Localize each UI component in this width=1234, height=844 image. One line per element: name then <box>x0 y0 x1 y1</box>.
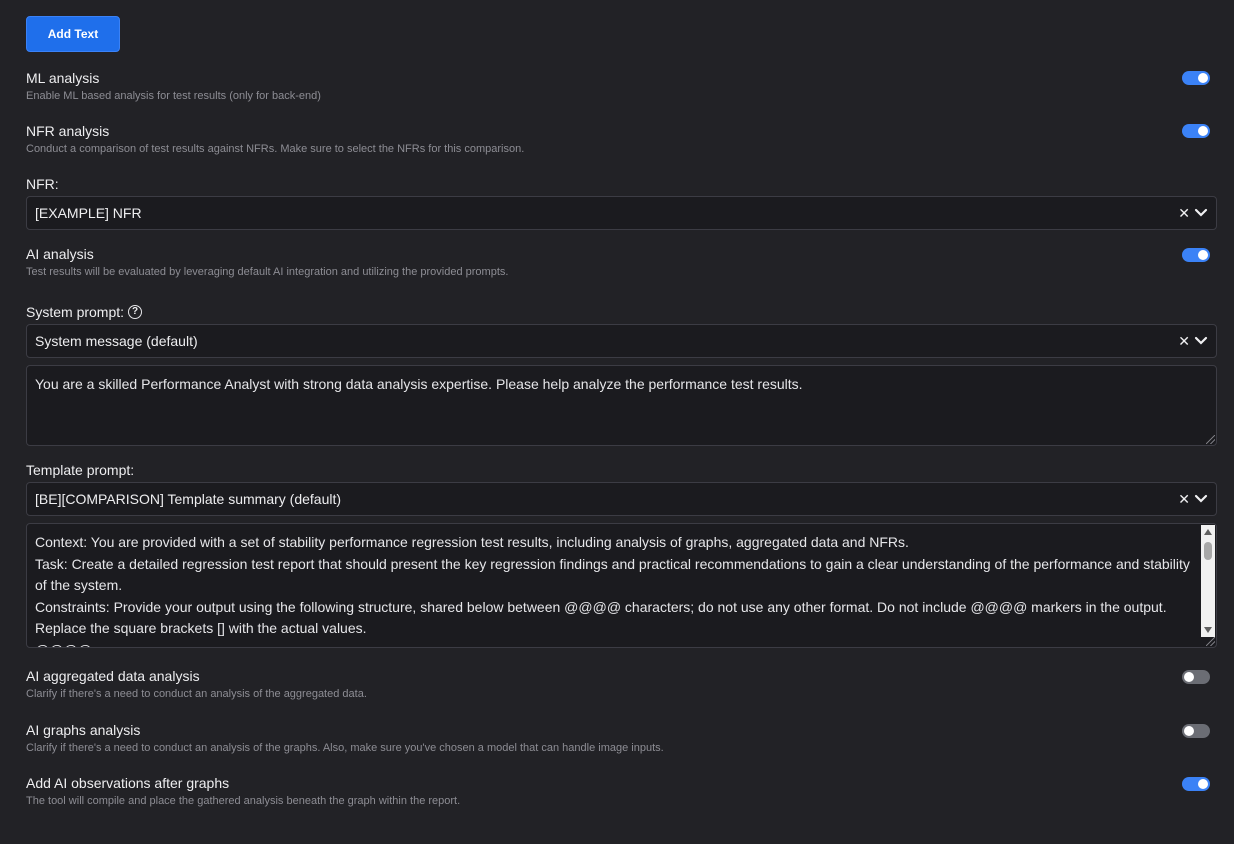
system-prompt-select[interactable]: System message (default) ✕ <box>26 324 1217 358</box>
system-prompt-textarea[interactable]: You are a skilled Performance Analyst wi… <box>26 365 1217 446</box>
ai-aggregated-setting: AI aggregated data analysis Clarify if t… <box>26 667 1210 701</box>
scroll-thumb[interactable] <box>1204 542 1212 560</box>
ai-observations-setting: Add AI observations after graphs The too… <box>26 774 1210 808</box>
system-prompt-text: You are a skilled Performance Analyst wi… <box>35 376 803 392</box>
settings-page: Add Text ML analysis Enable ML based ana… <box>0 0 1234 844</box>
template-prompt-label: Template prompt: <box>26 462 135 478</box>
resize-grip-icon[interactable] <box>1206 435 1215 444</box>
resize-grip-icon[interactable] <box>1206 637 1215 646</box>
ai-aggregated-toggle[interactable] <box>1182 670 1210 684</box>
scroll-down-icon[interactable] <box>1204 627 1212 633</box>
system-prompt-clear-icon[interactable]: ✕ <box>1178 333 1190 350</box>
chevron-down-icon[interactable] <box>1194 333 1208 349</box>
add-text-button[interactable]: Add Text <box>26 16 120 52</box>
system-prompt-select-value: System message (default) <box>35 333 198 349</box>
question-circle-icon[interactable]: ? <box>128 305 143 319</box>
template-prompt-text: Context: You are provided with a set of … <box>35 534 1190 647</box>
ai-analysis-setting: AI analysis Test results will be evaluat… <box>26 245 1210 279</box>
ai-aggregated-description: Clarify if there's a need to conduct an … <box>26 688 367 700</box>
nfr-analysis-toggle[interactable] <box>1182 124 1210 138</box>
system-prompt-label: System prompt: ? <box>26 303 143 321</box>
ai-observations-toggle[interactable] <box>1182 777 1210 791</box>
ai-graphs-description: Clarify if there's a need to conduct an … <box>26 742 664 754</box>
nfr-select[interactable]: [EXAMPLE] NFR ✕ <box>26 196 1217 230</box>
ml-analysis-toggle[interactable] <box>1182 71 1210 85</box>
ml-analysis-setting: ML analysis Enable ML based analysis for… <box>26 69 1210 103</box>
ai-observations-title: Add AI observations after graphs <box>26 775 230 791</box>
ai-observations-description: The tool will compile and place the gath… <box>26 795 461 807</box>
textarea-scrollbar[interactable] <box>1201 525 1215 637</box>
ai-aggregated-title: AI aggregated data analysis <box>26 668 200 684</box>
nfr-analysis-setting: NFR analysis Conduct a comparison of tes… <box>26 122 1210 156</box>
ai-graphs-toggle[interactable] <box>1182 724 1210 738</box>
template-prompt-select-value: [BE][COMPARISON] Template summary (defau… <box>35 491 342 507</box>
chevron-down-icon[interactable] <box>1194 205 1208 221</box>
template-prompt-clear-icon[interactable]: ✕ <box>1178 491 1190 508</box>
ml-analysis-title: ML analysis <box>26 70 100 86</box>
nfr-analysis-title: NFR analysis <box>26 123 110 139</box>
ai-analysis-description: Test results will be evaluated by levera… <box>26 266 509 278</box>
scroll-up-icon[interactable] <box>1204 529 1212 535</box>
nfr-label: NFR: <box>26 176 59 192</box>
template-prompt-select[interactable]: [BE][COMPARISON] Template summary (defau… <box>26 482 1217 516</box>
ai-graphs-title: AI graphs analysis <box>26 722 141 738</box>
template-prompt-textarea[interactable]: Context: You are provided with a set of … <box>26 523 1217 648</box>
ml-analysis-description: Enable ML based analysis for test result… <box>26 90 321 102</box>
chevron-down-icon[interactable] <box>1194 491 1208 507</box>
ai-analysis-toggle[interactable] <box>1182 248 1210 262</box>
ai-graphs-setting: AI graphs analysis Clarify if there's a … <box>26 721 1210 755</box>
ai-analysis-title: AI analysis <box>26 246 94 262</box>
nfr-select-value: [EXAMPLE] NFR <box>35 205 142 221</box>
nfr-analysis-description: Conduct a comparison of test results aga… <box>26 143 525 155</box>
nfr-clear-icon[interactable]: ✕ <box>1178 205 1190 222</box>
